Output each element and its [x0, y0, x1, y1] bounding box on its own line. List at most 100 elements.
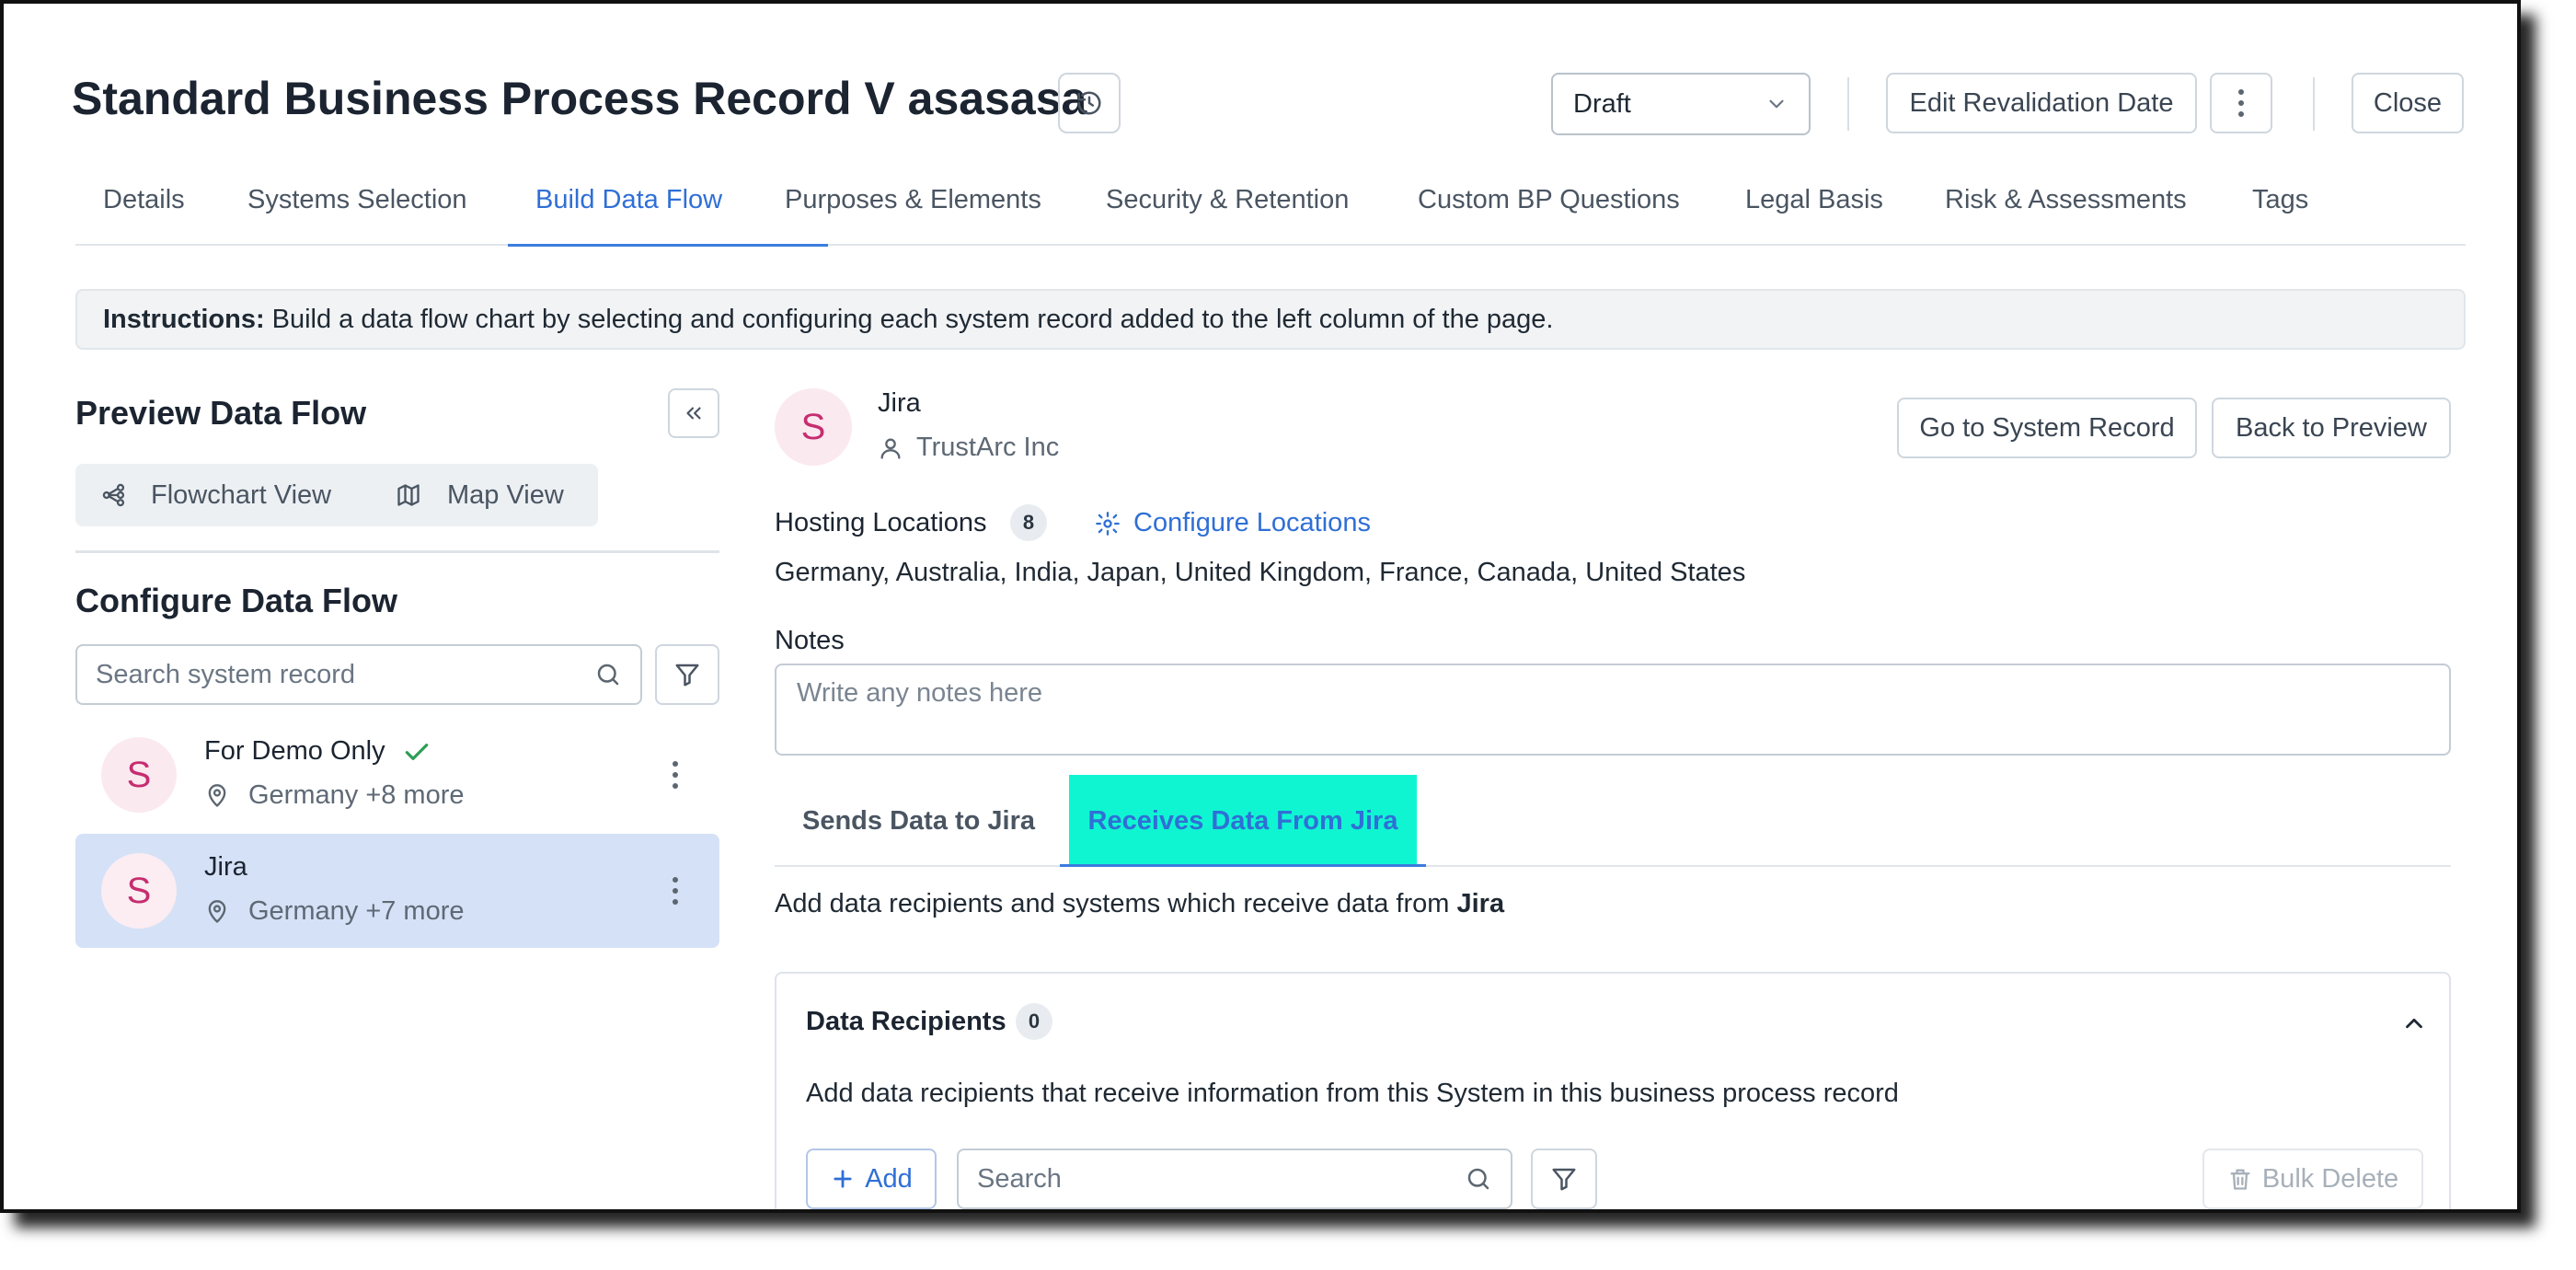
data-recipients-description: Add data recipients that receive informa…	[806, 1079, 1899, 1108]
tab-security-retention[interactable]: Security & Retention	[1106, 183, 1349, 246]
system-owner-row: TrustArc Inc	[878, 433, 1059, 463]
tab-bar: Details Systems Selection Build Data Flo…	[75, 183, 2466, 247]
system-record-item-selected[interactable]: S Jira Germany +7 more	[75, 834, 719, 948]
bulk-delete-button[interactable]: Bulk Delete	[2202, 1149, 2423, 1209]
system-record-item[interactable]: S For Demo Only Germany +8 more	[75, 718, 719, 832]
tab-purposes-elements[interactable]: Purposes & Elements	[785, 183, 1041, 246]
back-to-preview-button[interactable]: Back to Preview	[2212, 398, 2451, 458]
map-view-button[interactable]: Map View	[396, 464, 564, 526]
instructions-banner: Instructions: Build a data flow chart by…	[75, 289, 2466, 350]
notes-textarea[interactable]: Write any notes here	[775, 664, 2451, 756]
collapse-panel-button[interactable]	[668, 388, 719, 438]
active-tab-indicator	[508, 244, 828, 247]
status-select-value: Draft	[1573, 88, 1631, 119]
receives-description-text: Add data recipients and systems which re…	[775, 889, 1450, 918]
data-recipients-count: 0	[1016, 1003, 1052, 1040]
record-name: For Demo Only	[204, 736, 385, 766]
data-recipients-panel: Data Recipients 0 Add data recipients th…	[775, 972, 2451, 1209]
filter-icon	[675, 664, 699, 687]
search-icon	[1467, 1168, 1489, 1190]
record-location-row: Germany +8 more	[204, 780, 465, 811]
tab-custom-bp-questions[interactable]: Custom BP Questions	[1418, 183, 1680, 246]
section-divider	[75, 550, 719, 553]
trash-icon	[2230, 1169, 2250, 1190]
preview-data-flow-title: Preview Data Flow	[75, 394, 367, 432]
chevron-up-icon	[2406, 1018, 2422, 1029]
tab-build-data-flow[interactable]: Build Data Flow	[535, 183, 722, 246]
tab-risk-assessments[interactable]: Risk & Assessments	[1945, 183, 2187, 246]
search-system-record-input[interactable]: Search system record	[75, 644, 642, 705]
search-system-record-placeholder: Search system record	[96, 659, 356, 689]
tab-receives-data[interactable]: Receives Data From Jira	[1069, 775, 1417, 867]
check-icon	[405, 743, 428, 760]
edit-revalidation-date-button[interactable]: Edit Revalidation Date	[1886, 73, 2197, 133]
configure-locations-link[interactable]: Configure Locations	[1095, 508, 1371, 538]
chevron-down-icon	[1769, 99, 1784, 109]
map-view-label: Map View	[447, 479, 564, 510]
flowchart-icon	[102, 483, 125, 507]
system-avatar: S	[775, 388, 852, 466]
record-menu-button[interactable]	[657, 756, 694, 793]
record-location: Germany +7 more	[248, 896, 465, 926]
data-recipients-title: Data Recipients	[806, 1007, 1006, 1036]
search-icon	[597, 664, 619, 686]
add-recipient-label: Add	[865, 1163, 913, 1194]
avatar: S	[101, 737, 177, 813]
filter-icon	[1552, 1168, 1576, 1191]
flowchart-view-label: Flowchart View	[151, 479, 332, 510]
hosting-locations-list: Germany, Australia, India, Japan, United…	[775, 558, 1746, 587]
kebab-icon	[671, 877, 680, 905]
filter-records-button[interactable]	[655, 644, 719, 705]
instructions-label: Instructions:	[103, 304, 265, 334]
history-button[interactable]	[1058, 73, 1121, 133]
tab-legal-basis[interactable]: Legal Basis	[1745, 183, 1883, 246]
chevrons-left-icon	[686, 407, 701, 420]
flowchart-view-button[interactable]: Flowchart View	[101, 464, 331, 526]
header-divider	[1847, 77, 1849, 131]
collapse-section-button[interactable]	[2398, 1007, 2431, 1040]
record-location: Germany +8 more	[248, 780, 465, 810]
configure-locations-label: Configure Locations	[1133, 508, 1371, 537]
instructions-text: Build a data flow chart by selecting and…	[271, 304, 1554, 334]
more-actions-button[interactable]	[2210, 73, 2272, 133]
recipients-search-input[interactable]: Search	[957, 1149, 1512, 1209]
status-select[interactable]: Draft	[1551, 73, 1811, 135]
bulk-delete-label: Bulk Delete	[2261, 1163, 2399, 1194]
user-icon	[880, 438, 901, 459]
header-divider	[2313, 77, 2315, 131]
tab-systems-selection[interactable]: Systems Selection	[247, 183, 467, 246]
record-menu-button[interactable]	[657, 872, 694, 909]
history-icon	[1077, 91, 1101, 115]
filter-recipients-button[interactable]	[1531, 1149, 1597, 1209]
add-recipient-button[interactable]: Add	[806, 1149, 937, 1209]
location-pin-icon	[208, 899, 226, 923]
plus-icon	[834, 1170, 852, 1188]
hosting-locations-label: Hosting Locations	[775, 508, 987, 537]
receives-description: Add data recipients and systems which re…	[775, 889, 1504, 919]
receives-description-system: Jira	[1456, 889, 1505, 918]
record-name: Jira	[204, 852, 247, 882]
record-name-row: For Demo Only	[204, 736, 431, 767]
system-owner: TrustArc Inc	[916, 433, 1060, 462]
location-pin-icon	[208, 783, 226, 807]
close-button[interactable]: Close	[2352, 73, 2464, 133]
avatar: S	[101, 853, 177, 929]
gear-icon	[1096, 511, 1120, 536]
hosting-count-badge: 8	[1010, 504, 1047, 541]
notes-label: Notes	[775, 626, 845, 655]
tab-details[interactable]: Details	[103, 183, 185, 246]
system-name: Jira	[878, 388, 921, 418]
active-subtab-indicator	[1060, 864, 1426, 867]
kebab-icon	[671, 761, 680, 789]
map-icon	[397, 484, 420, 506]
page-title: Standard Business Process Record V asasa…	[72, 73, 1087, 124]
go-to-system-record-button[interactable]: Go to System Record	[1897, 398, 2197, 458]
record-location-row: Germany +7 more	[204, 896, 465, 927]
view-toggle: Flowchart View Map View	[75, 464, 598, 526]
configure-data-flow-title: Configure Data Flow	[75, 582, 397, 619]
recipients-search-placeholder: Search	[977, 1163, 1062, 1194]
data-direction-tabs: Sends Data to Jira Receives Data From Ji…	[775, 775, 2451, 867]
tab-tags[interactable]: Tags	[2252, 183, 2308, 246]
kebab-icon	[2237, 89, 2246, 117]
tab-sends-data[interactable]: Sends Data to Jira	[784, 775, 1053, 867]
